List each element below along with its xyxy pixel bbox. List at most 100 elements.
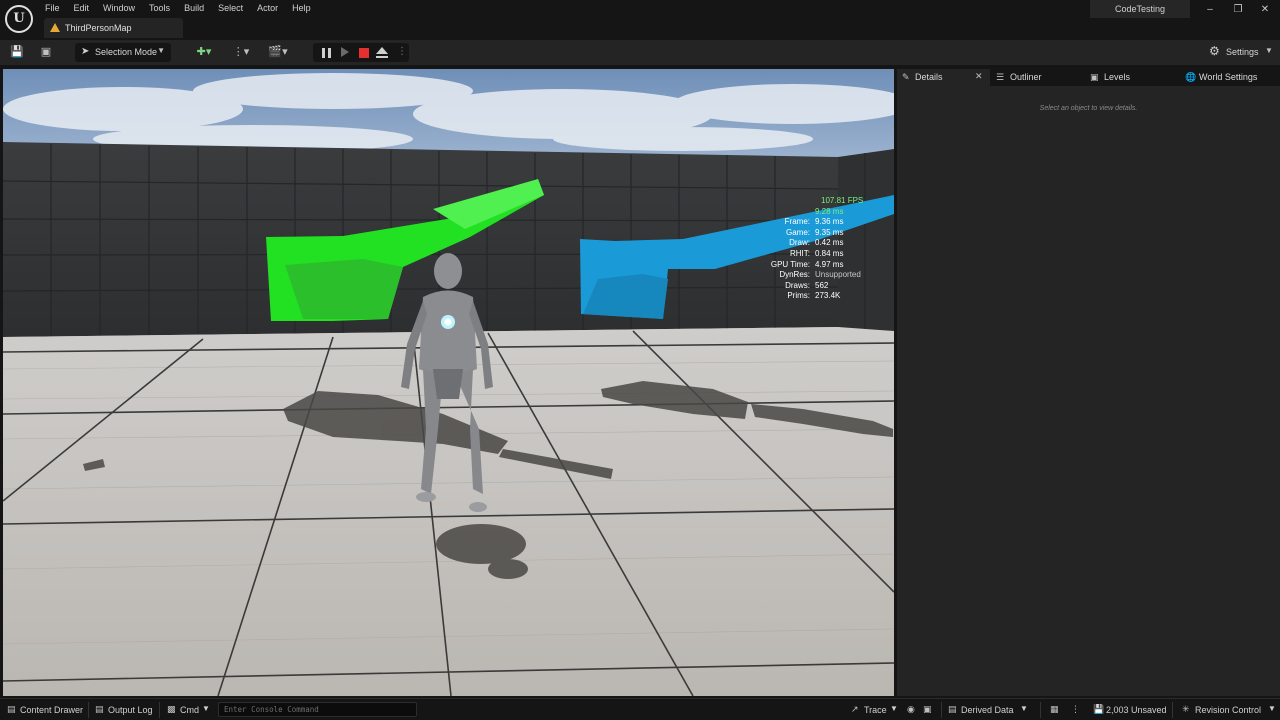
title-bar: U File Edit Window Tools Build Select Ac… bbox=[0, 0, 1280, 40]
eject-icon[interactable] bbox=[376, 47, 388, 59]
trace-label: Trace bbox=[864, 705, 887, 715]
content-drawer-icon: ▤ bbox=[7, 704, 16, 714]
terminal-icon: ▩ bbox=[167, 704, 176, 714]
stat-value: Unsupported bbox=[815, 270, 861, 280]
viewport-scene[interactable] bbox=[3, 69, 894, 696]
menu-actor[interactable]: Actor bbox=[250, 0, 285, 16]
console-command-input[interactable]: Enter Console Command bbox=[218, 702, 417, 717]
panel-tabs: ✎ Details ✕ ☰ Outliner ▣ Levels 🌐 World … bbox=[897, 69, 1280, 86]
source-control-icon[interactable]: ▦ bbox=[1050, 704, 1062, 716]
tab-details[interactable]: ✎ Details ✕ bbox=[897, 69, 990, 86]
menu-edit[interactable]: Edit bbox=[67, 0, 97, 16]
project-name: CodeTesting bbox=[1090, 0, 1190, 18]
tab-levels[interactable]: ▣ Levels bbox=[1090, 69, 1170, 86]
stat-row: Prims: 273.4K bbox=[723, 291, 883, 302]
revision-control-dropdown[interactable]: ✳ Revision Control ▼ bbox=[1182, 704, 1276, 716]
level-tab-label: ThirdPersonMap bbox=[65, 23, 132, 33]
chevron-down-icon: ▼ bbox=[1268, 704, 1276, 713]
stat-value: 273.4K bbox=[815, 291, 841, 301]
chevron-down-icon: ▼ bbox=[890, 704, 898, 713]
screenshot-icon[interactable]: ▣ bbox=[923, 704, 935, 716]
selection-mode-label: Selection Mode bbox=[95, 47, 158, 57]
tab-label: Levels bbox=[1104, 72, 1131, 82]
fps-readout: 107.81 FPS bbox=[821, 196, 864, 205]
stat-value: 0.42 ms bbox=[815, 238, 844, 248]
stat-row: RHIT: 0.84 ms bbox=[723, 249, 883, 260]
fps-ms-value: 9.28 ms bbox=[815, 206, 844, 216]
stat-row: DynRes: Unsupported bbox=[723, 270, 883, 281]
stat-row: Draw: 0.42 ms bbox=[723, 238, 883, 249]
stat-label: DynRes: bbox=[779, 270, 810, 280]
details-empty-hint: Select an object to view details. bbox=[1039, 105, 1138, 112]
settings-label: Settings bbox=[1226, 47, 1259, 57]
stat-value: 9.36 ms bbox=[815, 217, 844, 227]
stat-value: 562 bbox=[815, 280, 829, 290]
output-log-icon: ▤ bbox=[95, 704, 104, 714]
stat-value: 0.84 ms bbox=[815, 248, 844, 258]
globe-icon: 🌐 bbox=[1185, 72, 1197, 82]
close-icon[interactable]: ✕ bbox=[1258, 3, 1272, 17]
pencil-icon: ✎ bbox=[902, 72, 910, 82]
revision-control-label: Revision Control bbox=[1195, 705, 1262, 715]
chevron-down-icon: ▼ bbox=[1020, 704, 1028, 713]
close-tab-icon[interactable]: ✕ bbox=[975, 71, 983, 82]
content-drawer-label: Content Drawer bbox=[20, 705, 84, 715]
details-panel: ✎ Details ✕ ☰ Outliner ▣ Levels 🌐 World … bbox=[897, 69, 1280, 696]
trace-dropdown[interactable]: ↗ Trace ▼ bbox=[851, 704, 899, 716]
selection-mode-dropdown[interactable]: ➤ Selection Mode ▼ bbox=[75, 43, 171, 62]
chevron-down-icon: ▼ bbox=[1265, 46, 1273, 55]
level-tab[interactable]: ThirdPersonMap bbox=[44, 18, 183, 38]
menu-select[interactable]: Select bbox=[211, 0, 250, 16]
stat-label: Draws: bbox=[785, 280, 810, 290]
unsaved-button[interactable]: 💾 2,003 Unsaved bbox=[1093, 704, 1169, 716]
blueprints-icon[interactable]: ⋮▾ bbox=[229, 45, 253, 59]
record-icon[interactable]: ◉ bbox=[907, 704, 919, 716]
tab-outliner[interactable]: ☰ Outliner bbox=[996, 69, 1081, 86]
outliner-icon: ☰ bbox=[996, 72, 1005, 82]
stat-value: 4.97 ms bbox=[815, 259, 844, 269]
menu-file[interactable]: File bbox=[38, 0, 67, 16]
stat-label: Prims: bbox=[787, 291, 810, 301]
revision-control-icon: ✳ bbox=[1182, 704, 1190, 714]
tab-world-settings[interactable]: 🌐 World Settings bbox=[1185, 69, 1280, 86]
stat-label: GPU Time: bbox=[770, 259, 810, 269]
stat-label: RHIT: bbox=[790, 248, 810, 258]
stat-row: 9.28 ms bbox=[723, 207, 883, 218]
content-drawer-button[interactable]: ▤ Content Drawer bbox=[7, 704, 87, 716]
play-controls: ⋮ bbox=[313, 43, 409, 62]
level-viewport[interactable]: 107.81 FPS 9.28 ms Frame: 9.36 ms Game: … bbox=[3, 69, 894, 696]
unreal-logo-icon[interactable]: U bbox=[5, 5, 33, 33]
step-frame-icon[interactable] bbox=[341, 47, 349, 57]
stat-row: Game: 9.35 ms bbox=[723, 228, 883, 239]
browse-content-icon[interactable]: ▣ bbox=[39, 45, 53, 59]
derived-data-dropdown[interactable]: ▤ Derived Data ▼ bbox=[948, 704, 1030, 716]
output-log-button[interactable]: ▤ Output Log bbox=[95, 704, 157, 716]
save-icon[interactable]: 💾 bbox=[10, 45, 24, 59]
tab-label: World Settings bbox=[1199, 72, 1258, 82]
cursor-icon: ➤ bbox=[81, 46, 90, 57]
stat-label: Draw: bbox=[789, 238, 810, 248]
stop-icon[interactable] bbox=[359, 48, 369, 58]
cinematics-icon[interactable]: 🎬▾ bbox=[266, 45, 290, 59]
settings-dropdown[interactable]: ⚙ Settings ▼ bbox=[1205, 44, 1275, 61]
restore-icon[interactable]: ❐ bbox=[1231, 3, 1245, 17]
stat-row: GPU Time: 4.97 ms bbox=[723, 260, 883, 271]
stats-overlay: 107.81 FPS 9.28 ms Frame: 9.36 ms Game: … bbox=[723, 196, 883, 302]
menu-tools[interactable]: Tools bbox=[142, 0, 177, 16]
level-icon bbox=[50, 23, 60, 32]
menu-window[interactable]: Window bbox=[96, 0, 142, 16]
tab-label: Details bbox=[915, 72, 943, 82]
main-menu: File Edit Window Tools Build Select Acto… bbox=[38, 0, 318, 16]
trace-icon: ↗ bbox=[851, 704, 859, 714]
menu-build[interactable]: Build bbox=[177, 0, 211, 16]
stat-row: Draws: 562 bbox=[723, 281, 883, 292]
menu-help[interactable]: Help bbox=[285, 0, 318, 16]
more-options-icon[interactable]: ⋮ bbox=[397, 46, 407, 57]
pause-icon[interactable] bbox=[322, 48, 331, 58]
more-options-icon[interactable]: ⋮ bbox=[1071, 704, 1083, 716]
unsaved-label: 2,003 Unsaved bbox=[1106, 705, 1167, 715]
cmd-dropdown[interactable]: ▩ Cmd ▼ bbox=[167, 704, 213, 716]
add-actor-icon[interactable]: ✚▾ bbox=[192, 45, 216, 59]
chevron-down-icon: ▼ bbox=[157, 46, 165, 55]
minimize-icon[interactable]: – bbox=[1203, 3, 1217, 17]
